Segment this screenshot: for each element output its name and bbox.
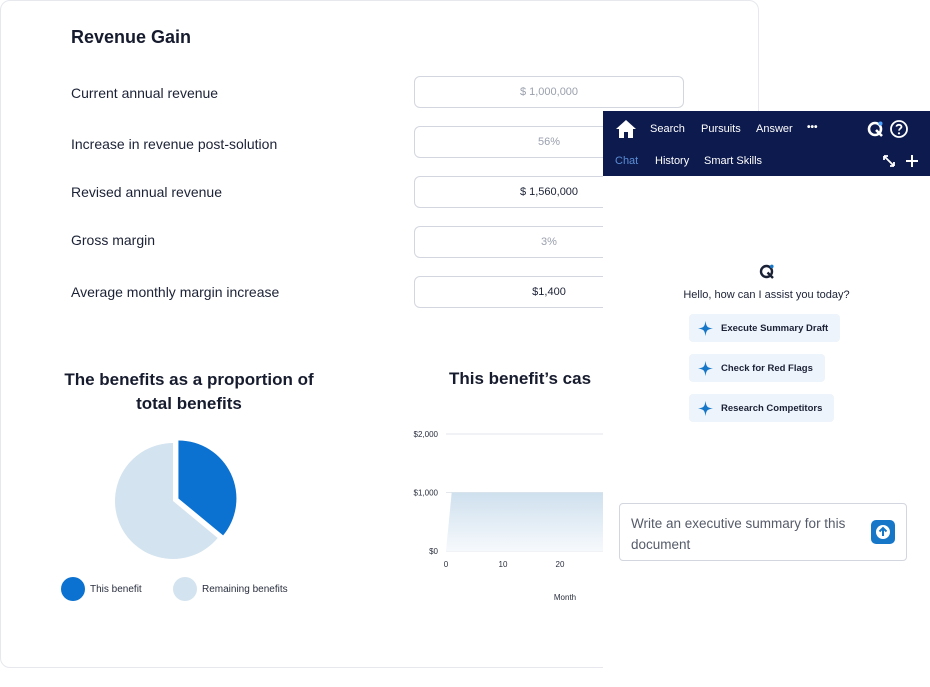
help-icon[interactable] <box>889 119 909 139</box>
legend-remaining-benefits: Remaining benefits <box>173 577 288 601</box>
x-tick-label: 0 <box>444 560 449 569</box>
assistant-topbar: Search Pursuits Answer ••• Chat History … <box>603 111 930 176</box>
pie-chart <box>114 440 237 559</box>
suggestion-label: Research Competitors <box>721 402 823 414</box>
chat-composer[interactable]: Write an executive summary for this docu… <box>619 503 907 561</box>
area-series <box>446 492 605 551</box>
x-axis-label: Month <box>554 593 576 602</box>
nav-search[interactable]: Search <box>650 123 685 135</box>
row-label-revised-revenue: Revised annual revenue <box>71 184 222 200</box>
assistant-panel: Search Pursuits Answer ••• Chat History … <box>603 111 930 687</box>
section-title: Revenue Gain <box>71 27 192 47</box>
logo-icon[interactable] <box>866 120 884 138</box>
composer-input-text[interactable]: Write an executive summary for this docu… <box>631 513 861 555</box>
sparkle-icon <box>697 320 714 336</box>
more-menu-button[interactable]: ••• <box>807 122 818 133</box>
x-tick-label: 20 <box>556 560 565 569</box>
home-icon[interactable] <box>615 118 637 140</box>
assistant-logo-icon <box>759 264 774 279</box>
tab-chat[interactable]: Chat <box>615 155 638 167</box>
suggestion-red-flags[interactable]: Check for Red Flags <box>689 354 825 382</box>
legend-this-benefit: This benefit <box>61 577 142 601</box>
pie-title-line1: The benefits as a proportion of <box>64 370 314 389</box>
plus-icon[interactable] <box>905 154 919 168</box>
pie-title-line2: total benefits <box>136 394 242 413</box>
y-tick-label: $0 <box>429 547 438 556</box>
suggestion-label: Check for Red Flags <box>721 362 813 374</box>
x-tick-label: 10 <box>499 560 508 569</box>
legend-remaining-swatch <box>173 577 197 601</box>
tab-smart-skills[interactable]: Smart Skills <box>704 155 762 167</box>
current-revenue-input[interactable]: $ 1,000,000 <box>414 76 684 108</box>
tab-history[interactable]: History <box>655 155 689 167</box>
area-chart: $0 $1,000 $2,000 0 10 20 Month <box>414 430 605 602</box>
row-label-gross-margin: Gross margin <box>71 232 156 248</box>
row-label-monthly-margin: Average monthly margin increase <box>71 284 280 300</box>
nav-pursuits[interactable]: Pursuits <box>701 123 741 135</box>
area-chart-title: This benefit’s cas <box>449 369 592 388</box>
send-icon <box>876 525 890 539</box>
send-button[interactable] <box>871 520 895 544</box>
y-tick-label: $2,000 <box>414 430 439 439</box>
expand-icon[interactable] <box>882 154 896 168</box>
legend-this-swatch <box>61 577 85 601</box>
suggestion-label: Execute Summary Draft <box>721 322 829 334</box>
row-label-current-revenue: Current annual revenue <box>71 85 219 101</box>
greeting-text: Hello, how can I assist you today? <box>683 289 850 301</box>
row-label-increase: Increase in revenue post-solution <box>71 136 278 152</box>
sparkle-icon <box>697 360 714 376</box>
suggestion-research-competitors[interactable]: Research Competitors <box>689 394 835 422</box>
pie-chart-title: The benefits as a proportion of total be… <box>41 368 337 416</box>
sparkle-icon <box>697 400 714 416</box>
y-tick-label: $1,000 <box>414 489 439 498</box>
legend-remaining-label: Remaining benefits <box>202 583 288 595</box>
nav-answer[interactable]: Answer <box>756 123 793 135</box>
legend-this-label: This benefit <box>90 583 142 595</box>
suggestion-execute-summary[interactable]: Execute Summary Draft <box>689 314 841 342</box>
